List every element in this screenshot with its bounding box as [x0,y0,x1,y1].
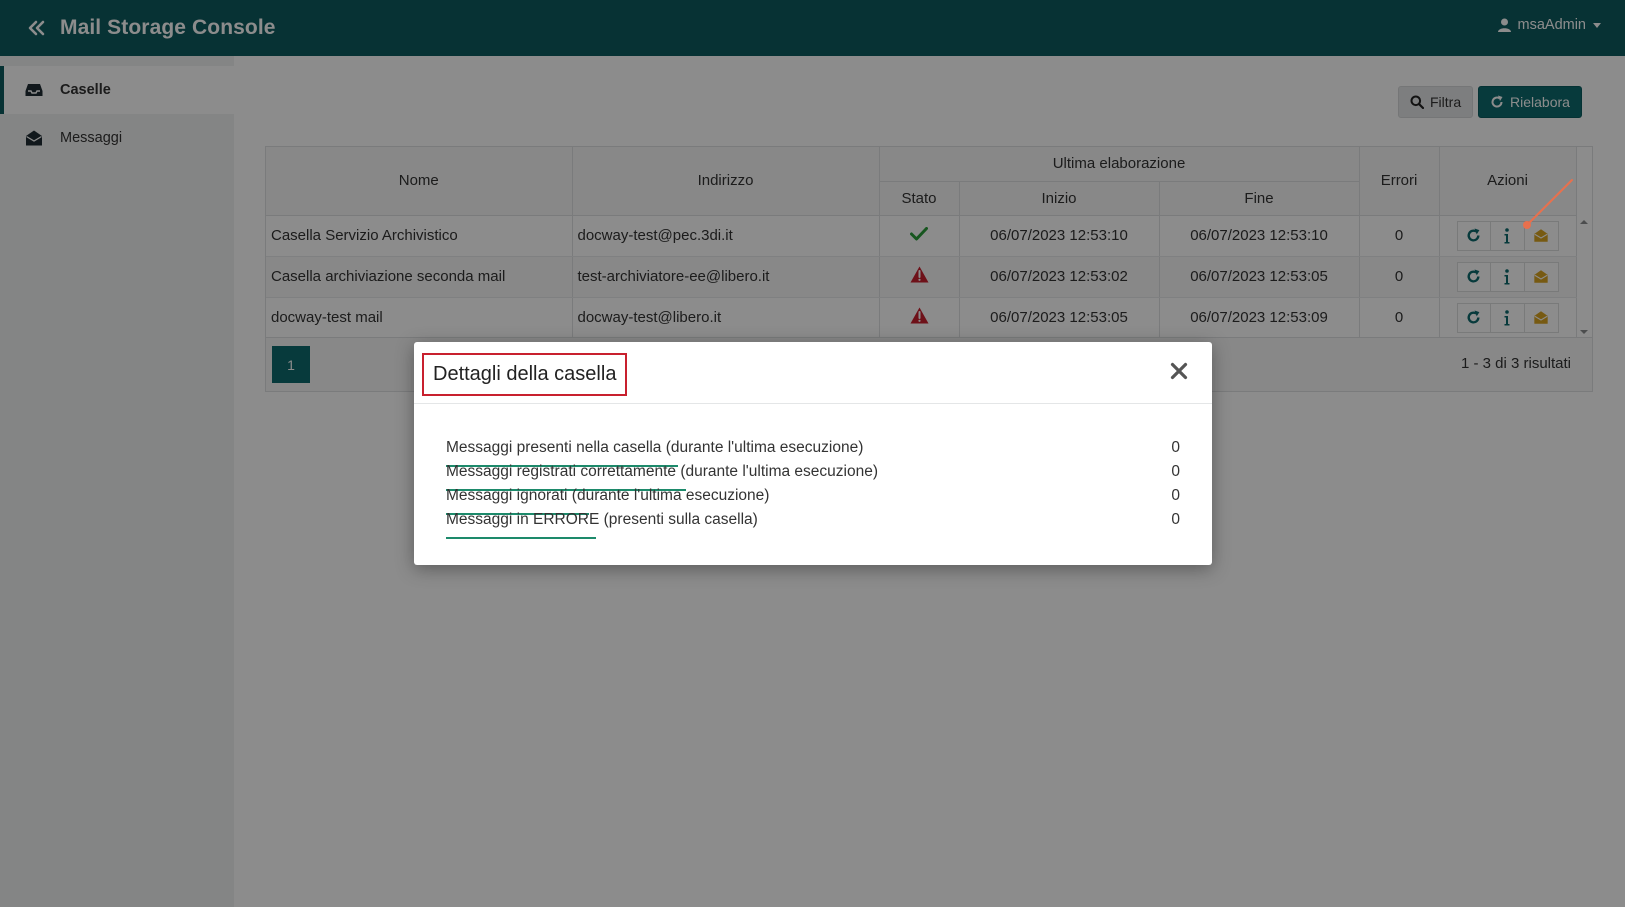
mailbox-details-dialog: Dettagli della casella Messaggi presenti… [414,342,1212,565]
stat-value: 0 [1171,463,1180,480]
stat-value: 0 [1171,487,1180,504]
dialog-body: Messaggi presenti nella casella (durante… [414,404,1212,539]
stat-value: 0 [1171,511,1180,528]
dialog-header: Dettagli della casella [414,342,1212,404]
annotation-arrow-icon [1523,179,1573,229]
stat-label: Messaggi in ERRORE (presenti sulla casel… [446,511,758,539]
stat-row: Messaggi presenti nella casella (durante… [446,439,1180,467]
stat-label: Messaggi ignorati (durante l'ultima esec… [446,487,770,515]
close-button[interactable] [1168,360,1190,382]
dialog-title: Dettagli della casella [422,353,628,396]
stat-label-text: Messaggi registrati correttamente (duran… [446,463,878,480]
stat-row: Messaggi in ERRORE (presenti sulla casel… [446,511,1180,539]
close-icon [1170,362,1188,380]
stat-value: 0 [1171,439,1180,456]
stat-label-text: Messaggi presenti nella casella (durante… [446,439,864,456]
stat-label: Messaggi presenti nella casella (durante… [446,439,864,467]
stat-label-text: Messaggi in ERRORE (presenti sulla casel… [446,511,758,528]
stat-label-text: Messaggi ignorati (durante l'ultima esec… [446,487,770,504]
stat-row: Messaggi registrati correttamente (duran… [446,463,1180,491]
stat-row: Messaggi ignorati (durante l'ultima esec… [446,487,1180,515]
stat-label: Messaggi registrati correttamente (duran… [446,463,878,491]
underline-mark [446,537,596,539]
